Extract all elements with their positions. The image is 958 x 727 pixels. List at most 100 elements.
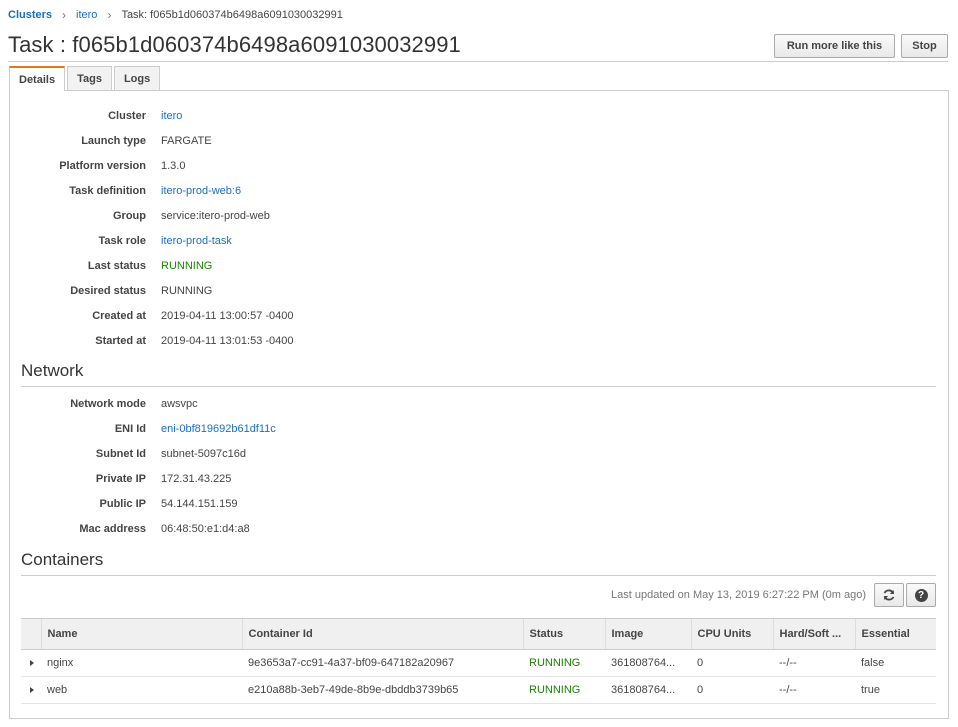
table-row[interactable]: web e210a88b-3eb7-49de-8b9e-dbddb3739b65… — [21, 676, 936, 704]
detail-row-eni-id: ENI Id eni-0bf819692b61df11c — [10, 421, 910, 437]
eni-id-link[interactable]: eni-0bf819692b61df11c — [161, 423, 276, 435]
breadcrumb-separator-icon: › — [107, 8, 112, 22]
detail-value: 2019-04-11 13:01:53 -0400 — [161, 335, 294, 347]
status-badge: RUNNING — [161, 260, 213, 272]
cell-essential: true — [855, 676, 936, 704]
detail-row-mac-address: Mac address 06:48:50:e1:d4:a8 — [10, 521, 910, 537]
detail-value: awsvpc — [161, 398, 198, 410]
detail-label: Mac address — [79, 523, 146, 535]
breadcrumb-clusters-link[interactable]: Clusters — [8, 9, 52, 21]
task-role-link[interactable]: itero-prod-task — [161, 235, 232, 247]
section-divider — [21, 575, 936, 576]
section-divider — [21, 386, 936, 387]
tab-logs[interactable]: Logs — [113, 66, 161, 90]
detail-label: Created at — [92, 310, 146, 322]
cell-name: web — [41, 676, 242, 704]
detail-row-launch-type: Launch type FARGATE — [10, 133, 910, 149]
tab-details[interactable]: Details — [9, 66, 66, 91]
table-header-cpu-units[interactable]: CPU Units — [690, 618, 773, 650]
stop-button[interactable]: Stop — [901, 34, 948, 58]
detail-label: Group — [113, 210, 146, 222]
detail-row-last-status: Last status RUNNING — [10, 258, 910, 274]
detail-label: Task definition — [69, 185, 146, 197]
detail-label: Launch type — [81, 135, 146, 147]
detail-value: 54.144.151.159 — [161, 498, 238, 510]
chevron-right-icon — [30, 687, 34, 693]
chevron-right-icon — [30, 660, 34, 666]
containers-table: Name Container Id Status Image CPU Units… — [21, 618, 936, 704]
detail-row-private-ip: Private IP 172.31.43.225 — [10, 471, 910, 487]
refresh-icon — [883, 589, 895, 601]
page-title: Task : f065b1d060374b6498a6091030032991 — [8, 32, 461, 57]
detail-row-task-role: Task role itero-prod-task — [10, 233, 910, 249]
cell-name: nginx — [41, 649, 242, 677]
table-header-row: Name Container Id Status Image CPU Units… — [21, 618, 936, 650]
detail-value: RUNNING — [161, 285, 213, 297]
tab-tags[interactable]: Tags — [67, 66, 112, 90]
detail-label: Cluster — [108, 110, 146, 122]
title-divider — [8, 61, 948, 62]
detail-value: service:itero-prod-web — [161, 210, 270, 222]
detail-row-desired-status: Desired status RUNNING — [10, 283, 910, 299]
breadcrumb-cluster-link[interactable]: itero — [76, 9, 97, 21]
detail-row-platform-version: Platform version 1.3.0 — [10, 158, 910, 174]
table-row[interactable]: nginx 9e3653a7-cc91-4a37-bf09-647182a209… — [21, 649, 936, 677]
detail-row-created-at: Created at 2019-04-11 13:00:57 -0400 — [10, 308, 910, 324]
detail-value: subnet-5097c16d — [161, 448, 247, 460]
expand-toggle[interactable] — [21, 649, 41, 677]
cell-image: 361808764... — [605, 649, 691, 677]
table-header-expand — [21, 618, 41, 650]
detail-value: 172.31.43.225 — [161, 473, 232, 485]
help-button[interactable]: ? — [906, 583, 936, 607]
table-header-name[interactable]: Name — [40, 618, 242, 650]
detail-value: 1.3.0 — [161, 160, 186, 172]
cell-hard-soft: --/-- — [773, 676, 855, 704]
detail-label: Started at — [95, 335, 146, 347]
detail-value: FARGATE — [161, 135, 212, 147]
cell-status: RUNNING — [523, 649, 605, 677]
detail-label: Desired status — [70, 285, 146, 297]
detail-label: Task role — [98, 235, 147, 247]
cell-hard-soft: --/-- — [773, 649, 855, 677]
cell-cpu-units: 0 — [691, 676, 773, 704]
breadcrumb-separator-icon: › — [62, 8, 67, 22]
table-header-container-id[interactable]: Container Id — [241, 618, 523, 650]
detail-row-group: Group service:itero-prod-web — [10, 208, 910, 224]
cell-container-id: e210a88b-3eb7-49de-8b9e-dbddb3739b65 — [242, 676, 523, 704]
breadcrumb: Clusters › itero › Task: f065b1d060374b6… — [8, 8, 343, 22]
table-header-status[interactable]: Status — [522, 618, 605, 650]
details-panel: Cluster itero Launch type FARGATE Platfo… — [9, 90, 949, 719]
detail-label: Network mode — [70, 398, 146, 410]
tab-bar: Details Tags Logs — [9, 66, 162, 91]
cell-cpu-units: 0 — [691, 649, 773, 677]
cell-status: RUNNING — [523, 676, 605, 704]
detail-label: Public IP — [99, 498, 146, 510]
table-header-image[interactable]: Image — [604, 618, 691, 650]
detail-row-started-at: Started at 2019-04-11 13:01:53 -0400 — [10, 333, 910, 349]
breadcrumb-current: Task: f065b1d060374b6498a6091030032991 — [121, 9, 343, 21]
detail-value: 2019-04-11 13:00:57 -0400 — [161, 310, 294, 322]
cell-container-id: 9e3653a7-cc91-4a37-bf09-647182a20967 — [242, 649, 523, 677]
table-header-essential[interactable]: Essential — [854, 618, 936, 650]
detail-value: 06:48:50:e1:d4:a8 — [161, 523, 250, 535]
detail-label: Platform version — [59, 160, 146, 172]
expand-toggle[interactable] — [21, 676, 41, 704]
containers-heading: Containers — [21, 550, 104, 569]
network-heading: Network — [21, 361, 84, 380]
detail-label: ENI Id — [114, 423, 146, 435]
detail-label: Subnet Id — [95, 448, 146, 460]
detail-row-network-mode: Network mode awsvpc — [10, 396, 910, 412]
cell-image: 361808764... — [605, 676, 691, 704]
help-icon: ? — [914, 588, 928, 602]
cluster-link[interactable]: itero — [161, 110, 182, 122]
detail-label: Private IP — [95, 473, 146, 485]
detail-row-cluster: Cluster itero — [10, 108, 910, 124]
detail-row-task-definition: Task definition itero-prod-web:6 — [10, 183, 910, 199]
refresh-button[interactable] — [874, 583, 904, 607]
cell-essential: false — [855, 649, 936, 677]
table-header-hard-soft[interactable]: Hard/Soft ... — [772, 618, 855, 650]
run-more-like-this-button[interactable]: Run more like this — [774, 34, 895, 58]
detail-label: Last status — [87, 260, 146, 272]
task-definition-link[interactable]: itero-prod-web:6 — [161, 185, 241, 197]
last-updated-text: Last updated on May 13, 2019 6:27:22 PM … — [611, 589, 866, 601]
